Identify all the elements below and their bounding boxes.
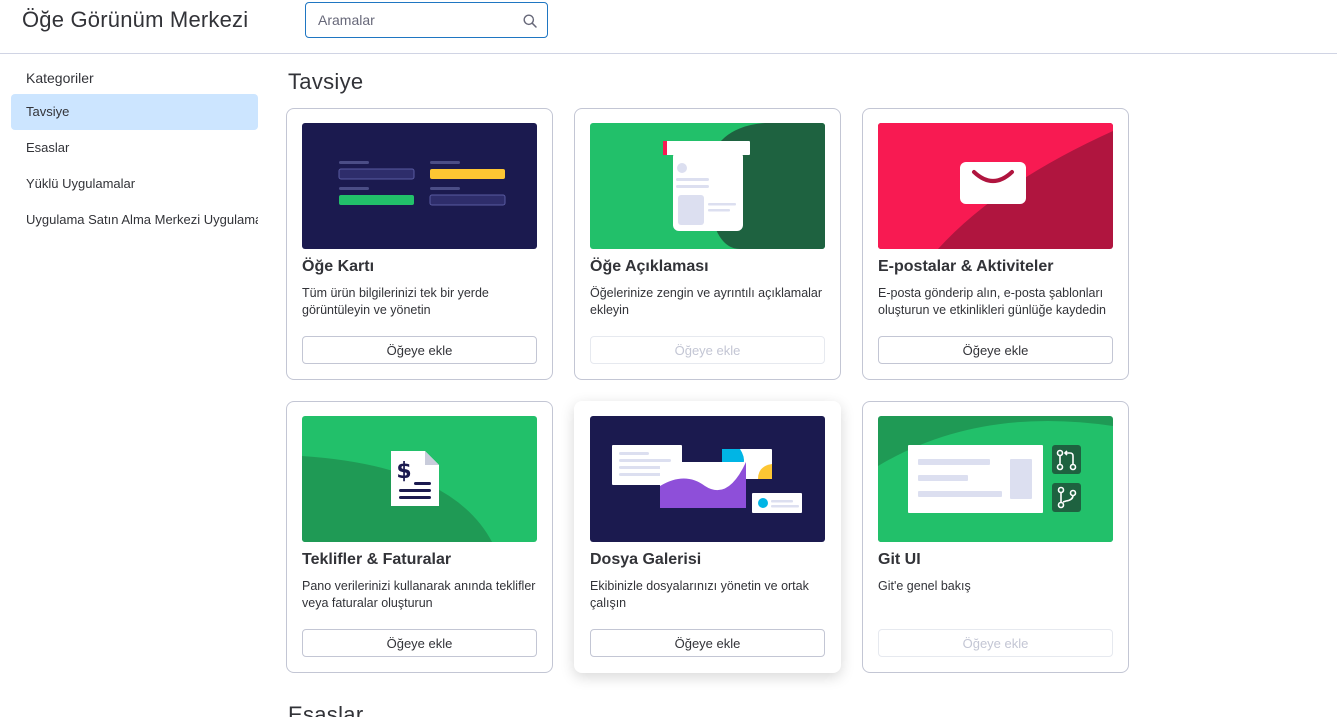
card-title: Git UI — [878, 551, 921, 568]
add-to-item-button[interactable]: Öğeye ekle — [590, 629, 825, 657]
add-to-item-button: Öğeye ekle — [590, 336, 825, 364]
section-title-recommended: Tavsiye — [288, 69, 364, 94]
email-envelope-icon — [878, 123, 1113, 249]
header-bar: Öğe Görünüm Merkezi — [0, 0, 1337, 54]
card-description: Ekibinizle dosyalarınızı yönetin ve orta… — [590, 579, 809, 610]
sidebar-heading: Kategoriler — [26, 70, 94, 86]
sidebar-item-installed-apps[interactable]: Yüklü Uygulamalar — [11, 166, 258, 202]
card-title: Öğe Açıklaması — [590, 258, 709, 275]
git-branch-icon — [878, 416, 1113, 542]
file-gallery-illustration — [590, 416, 825, 542]
app-card[interactable]: Öğe Açıklaması Öğelerinize zengin ve ayr… — [574, 108, 841, 380]
app-card[interactable]: Öğe Kartı Tüm ürün bilgilerinizi tek bir… — [286, 108, 553, 380]
card-description: Git'e genel bakış — [878, 579, 971, 593]
app-card[interactable]: $ Teklifler & Faturalar Pano verileriniz… — [286, 401, 553, 673]
search-box[interactable] — [305, 2, 548, 38]
search-icon[interactable] — [522, 13, 538, 29]
sidebar-item-marketplace-apps[interactable]: Uygulama Satın Alma Merkezi Uygulamaları — [11, 202, 258, 238]
card-description: Pano verilerinizi kullanarak anında tekl… — [302, 579, 536, 610]
add-to-item-button: Öğeye ekle — [878, 629, 1113, 657]
categories-sidebar: Kategoriler Tavsiye Esaslar Yüklü Uygula… — [11, 62, 258, 238]
item-description-illustration — [590, 123, 825, 249]
add-to-item-button[interactable]: Öğeye ekle — [302, 629, 537, 657]
card-title: Dosya Galerisi — [590, 551, 702, 568]
app-card[interactable]: Git UI Git'e genel bakış Öğeye ekle — [862, 401, 1129, 673]
card-title: Öğe Kartı — [302, 258, 375, 275]
add-to-item-button[interactable]: Öğeye ekle — [302, 336, 537, 364]
sidebar-item-recommended[interactable]: Tavsiye — [11, 94, 258, 130]
app-card[interactable]: Dosya Galerisi Ekibinizle dosyalarınızı … — [574, 401, 841, 673]
add-to-item-button[interactable]: Öğeye ekle — [878, 336, 1113, 364]
card-title: E-postalar & Aktiviteler — [878, 258, 1054, 275]
page-title: Öğe Görünüm Merkezi — [22, 7, 249, 32]
item-card-illustration — [302, 123, 537, 249]
sidebar-item-essentials[interactable]: Esaslar — [11, 130, 258, 166]
card-description: Tüm ürün bilgilerinizi tek bir yerde gör… — [302, 286, 489, 317]
svg-text:$: $ — [396, 459, 411, 484]
section-title-essentials: Esaslar — [288, 702, 364, 717]
invoice-dollar-icon: $ — [302, 416, 537, 542]
card-title: Teklifler & Faturalar — [302, 551, 452, 568]
app-card[interactable]: E-postalar & Aktiviteler E-posta gönderi… — [862, 108, 1129, 380]
card-description: Öğelerinize zengin ve ayrıntılı açıklama… — [590, 286, 823, 317]
card-description: E-posta gönderip alın, e-posta şablonlar… — [878, 286, 1106, 317]
search-input[interactable] — [318, 3, 518, 37]
